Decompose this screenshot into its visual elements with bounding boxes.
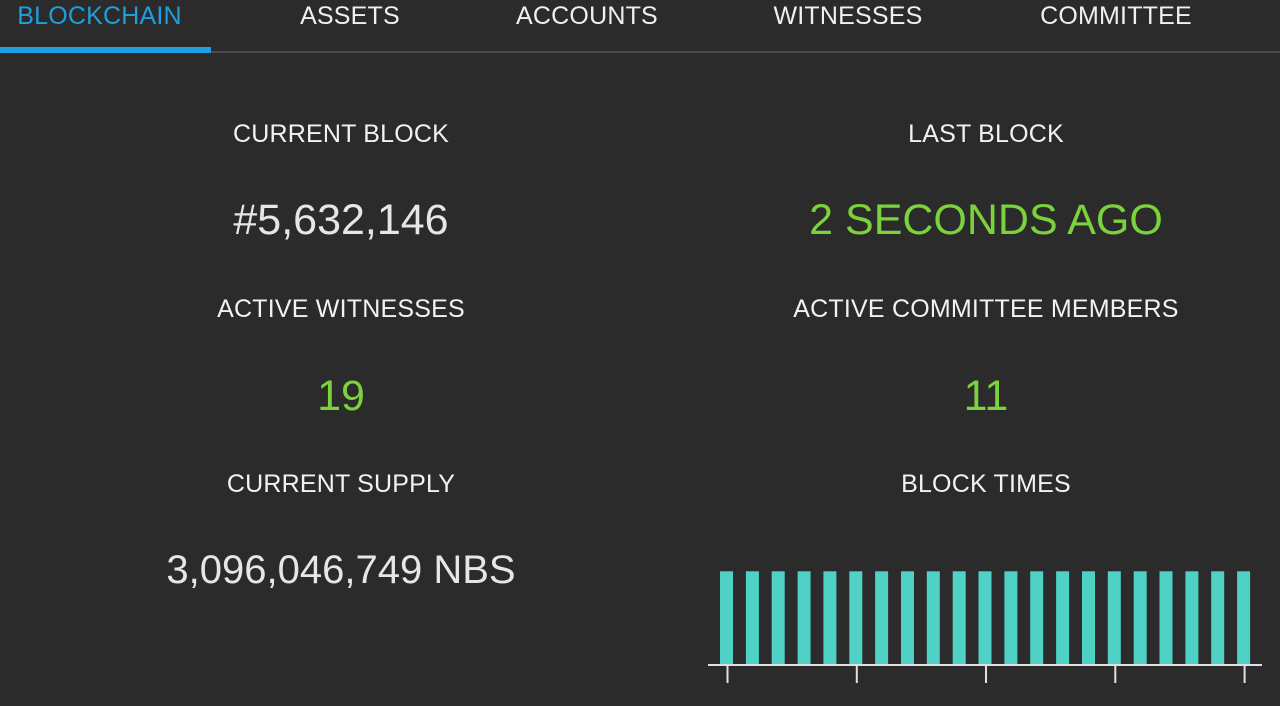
block-time-bar	[849, 571, 863, 666]
block-time-bar	[1133, 571, 1147, 666]
block-time-bar	[901, 571, 914, 666]
active-committee-value-wrap: 11	[666, 372, 1280, 421]
block-time-bar	[823, 571, 837, 666]
last-block-section: LAST BLOCK	[666, 120, 1280, 149]
tab-accounts[interactable]: ACCOUNTS	[487, 0, 687, 53]
active-witnesses-value-wrap: 19	[21, 372, 661, 421]
tab-bar: BLOCKCHAIN ASSETS ACCOUNTS WITNESSES COM…	[0, 0, 1280, 53]
active-witnesses-section: ACTIVE WITNESSES	[21, 295, 661, 324]
last-block-value-wrap: 2 SECONDS AGO	[666, 196, 1280, 245]
active-committee-label: ACTIVE COMMITTEE MEMBERS	[793, 295, 1179, 323]
block-time-bar	[1107, 571, 1121, 666]
block-times-chart	[708, 571, 1262, 683]
block-time-bar	[771, 571, 785, 666]
current-block-value: #5,632,146	[233, 196, 449, 244]
active-witnesses-label: ACTIVE WITNESSES	[217, 295, 465, 323]
block-time-bar	[978, 571, 992, 666]
active-witnesses-value: 19	[317, 372, 365, 420]
tab-assets[interactable]: ASSETS	[250, 0, 450, 53]
tab-committee[interactable]: COMMITTEE	[1016, 0, 1216, 53]
block-times-section: BLOCK TIMES	[666, 470, 1280, 499]
last-block-label: LAST BLOCK	[908, 120, 1064, 148]
block-time-bar	[1030, 571, 1044, 666]
block-time-bar	[1237, 571, 1251, 666]
current-supply-label: CURRENT SUPPLY	[226, 470, 456, 498]
block-time-bar	[1211, 571, 1225, 666]
block-time-bar	[1185, 571, 1199, 666]
active-tab-indicator	[0, 47, 211, 53]
current-block-value-wrap: #5,632,146	[21, 196, 661, 245]
current-supply-value: 3,096,046,749 NBS	[166, 548, 516, 592]
block-time-bar	[1082, 571, 1095, 666]
current-supply-value-wrap: 3,096,046,749 NBS	[21, 548, 661, 593]
block-time-bar	[797, 571, 811, 666]
block-time-bar	[952, 571, 966, 666]
block-time-bar	[926, 571, 940, 666]
tab-witnesses[interactable]: WITNESSES	[748, 0, 948, 53]
last-block-value: 2 SECONDS AGO	[809, 196, 1163, 244]
block-time-bar	[720, 571, 733, 666]
tab-blockchain[interactable]: BLOCKCHAIN	[0, 0, 199, 53]
current-supply-section: CURRENT SUPPLY	[21, 470, 661, 499]
block-time-bar	[1004, 571, 1018, 666]
active-committee-value: 11	[963, 372, 1009, 420]
block-time-bar	[875, 571, 889, 666]
block-time-bar	[1159, 571, 1173, 666]
active-committee-section: ACTIVE COMMITTEE MEMBERS	[666, 295, 1280, 324]
current-block-label: CURRENT BLOCK	[232, 120, 450, 148]
current-block-section: CURRENT BLOCK	[21, 120, 661, 149]
block-time-bar	[1056, 571, 1070, 666]
block-times-label: BLOCK TIMES	[901, 470, 1071, 498]
block-time-bar	[745, 571, 759, 666]
